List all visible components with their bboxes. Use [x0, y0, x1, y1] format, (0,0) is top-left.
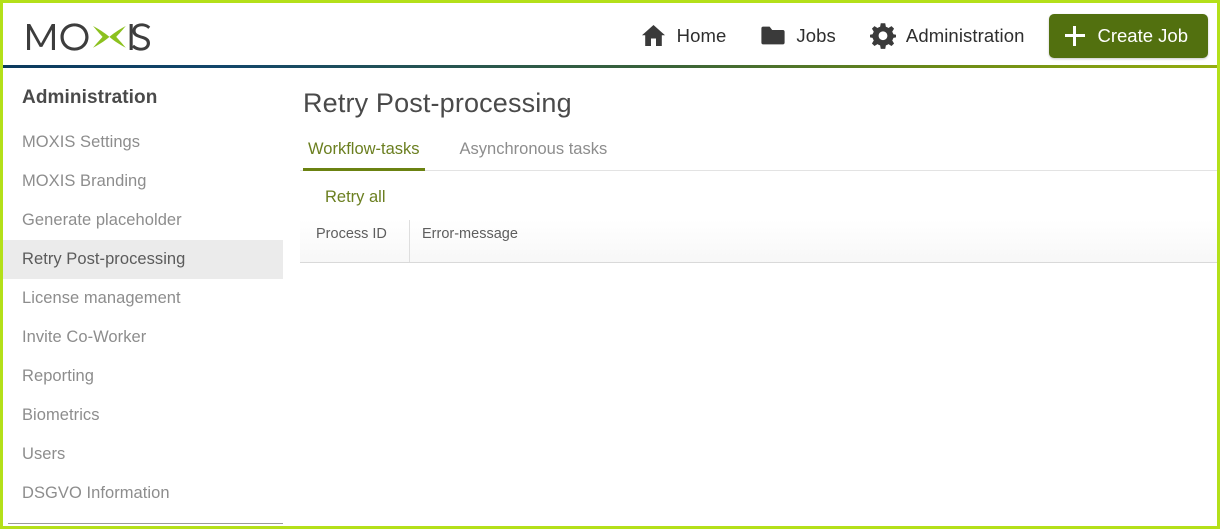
sidebar-title: Administration [22, 87, 158, 108]
nav-item-administration[interactable]: Administration [869, 23, 1025, 49]
sidebar-item-reporting[interactable]: Reporting [3, 357, 283, 396]
application-window: Home Jobs Administration Create Job Admi… [0, 0, 1220, 529]
sidebar-item-generate-placeholder[interactable]: Generate placeholder [3, 201, 283, 240]
create-job-label: Create Job [1097, 24, 1189, 46]
tab-bar: Workflow-tasks Asynchronous tasks [300, 136, 1217, 171]
create-job-button[interactable]: Create Job [1048, 13, 1208, 58]
sidebar-list: MOXIS Settings MOXIS Branding Generate p… [3, 123, 300, 513]
nav-label-administration: Administration [905, 24, 1025, 46]
home-icon [641, 23, 667, 49]
sidebar-item-invite-co-worker[interactable]: Invite Co-Worker [3, 318, 283, 357]
nav-label-home: Home [676, 24, 727, 46]
table-header-row: Process ID Error-message [300, 220, 1217, 263]
page-title: Retry Post-processing [303, 88, 572, 118]
main-navigation: Home Jobs Administration Create Job [607, 3, 1208, 68]
sidebar-item-biometrics[interactable]: Biometrics [3, 396, 283, 435]
nav-item-home[interactable]: Home [641, 23, 727, 49]
sidebar-item-moxis-branding[interactable]: MOXIS Branding [3, 162, 283, 201]
nav-item-jobs[interactable]: Jobs [760, 23, 836, 49]
plus-icon [1064, 25, 1085, 46]
post-processing-table: Process ID Error-message [300, 220, 1217, 263]
gear-icon [869, 23, 896, 49]
column-header-error-message[interactable]: Error-message [409, 220, 1217, 263]
main-content: Retry Post-processing Workflow-tasks Asy… [300, 68, 1217, 526]
tab-workflow-tasks[interactable]: Workflow-tasks [303, 136, 425, 171]
nav-label-jobs: Jobs [796, 24, 836, 46]
folder-icon [760, 23, 786, 49]
sidebar-item-users[interactable]: Users [3, 435, 283, 474]
retry-all-link[interactable]: Retry all [325, 188, 386, 206]
page-body: Administration MOXIS Settings MOXIS Bran… [3, 68, 1217, 526]
tab-asynchronous-tasks[interactable]: Asynchronous tasks [455, 136, 613, 171]
moxis-logo[interactable] [25, 3, 151, 68]
sidebar-item-moxis-settings[interactable]: MOXIS Settings [3, 123, 283, 162]
sidebar-item-dsgvo-information[interactable]: DSGVO Information [3, 474, 283, 513]
table-actions: Retry all [300, 171, 1217, 220]
sidebar-item-license-management[interactable]: License management [3, 279, 283, 318]
column-header-process-id[interactable]: Process ID [300, 220, 410, 263]
sidebar-item-retry-post-processing[interactable]: Retry Post-processing [3, 240, 283, 279]
administration-sidebar: Administration MOXIS Settings MOXIS Bran… [3, 68, 300, 526]
table-header: Process ID Error-message [300, 220, 1217, 263]
top-header-bar: Home Jobs Administration Create Job [3, 3, 1217, 68]
sidebar-divider [8, 523, 283, 524]
